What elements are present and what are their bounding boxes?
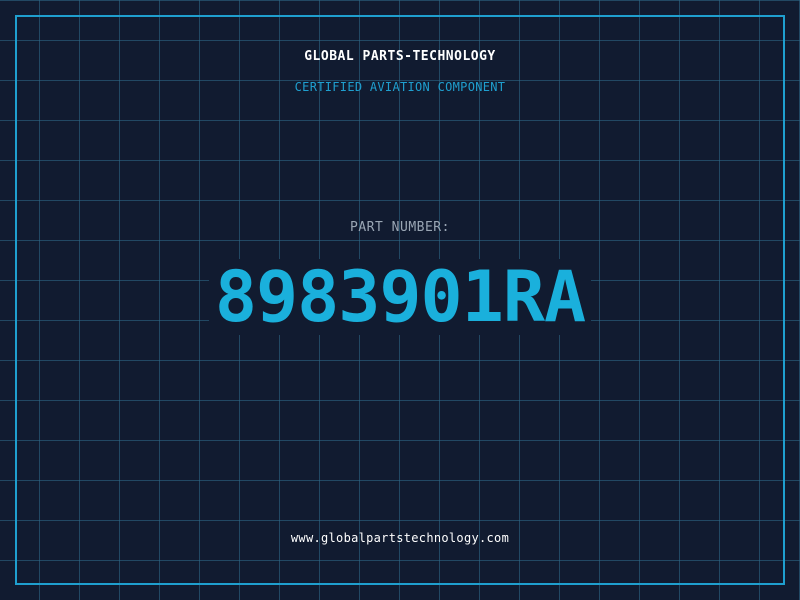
label-card: GLOBAL PARTS-TECHNOLOGY CERTIFIED AVIATI… [0, 0, 800, 600]
part-number-container: 8983901RA [0, 258, 800, 336]
part-number-label: PART NUMBER: [350, 220, 450, 235]
certification-subtitle: CERTIFIED AVIATION COMPONENT [294, 80, 506, 94]
website-url: www.globalpartstechnology.com [290, 531, 510, 545]
part-number-backdrop: 8983901RA [208, 256, 592, 338]
company-name: GLOBAL PARTS-TECHNOLOGY [304, 49, 496, 64]
part-number-value: 8983901RA [214, 256, 586, 338]
